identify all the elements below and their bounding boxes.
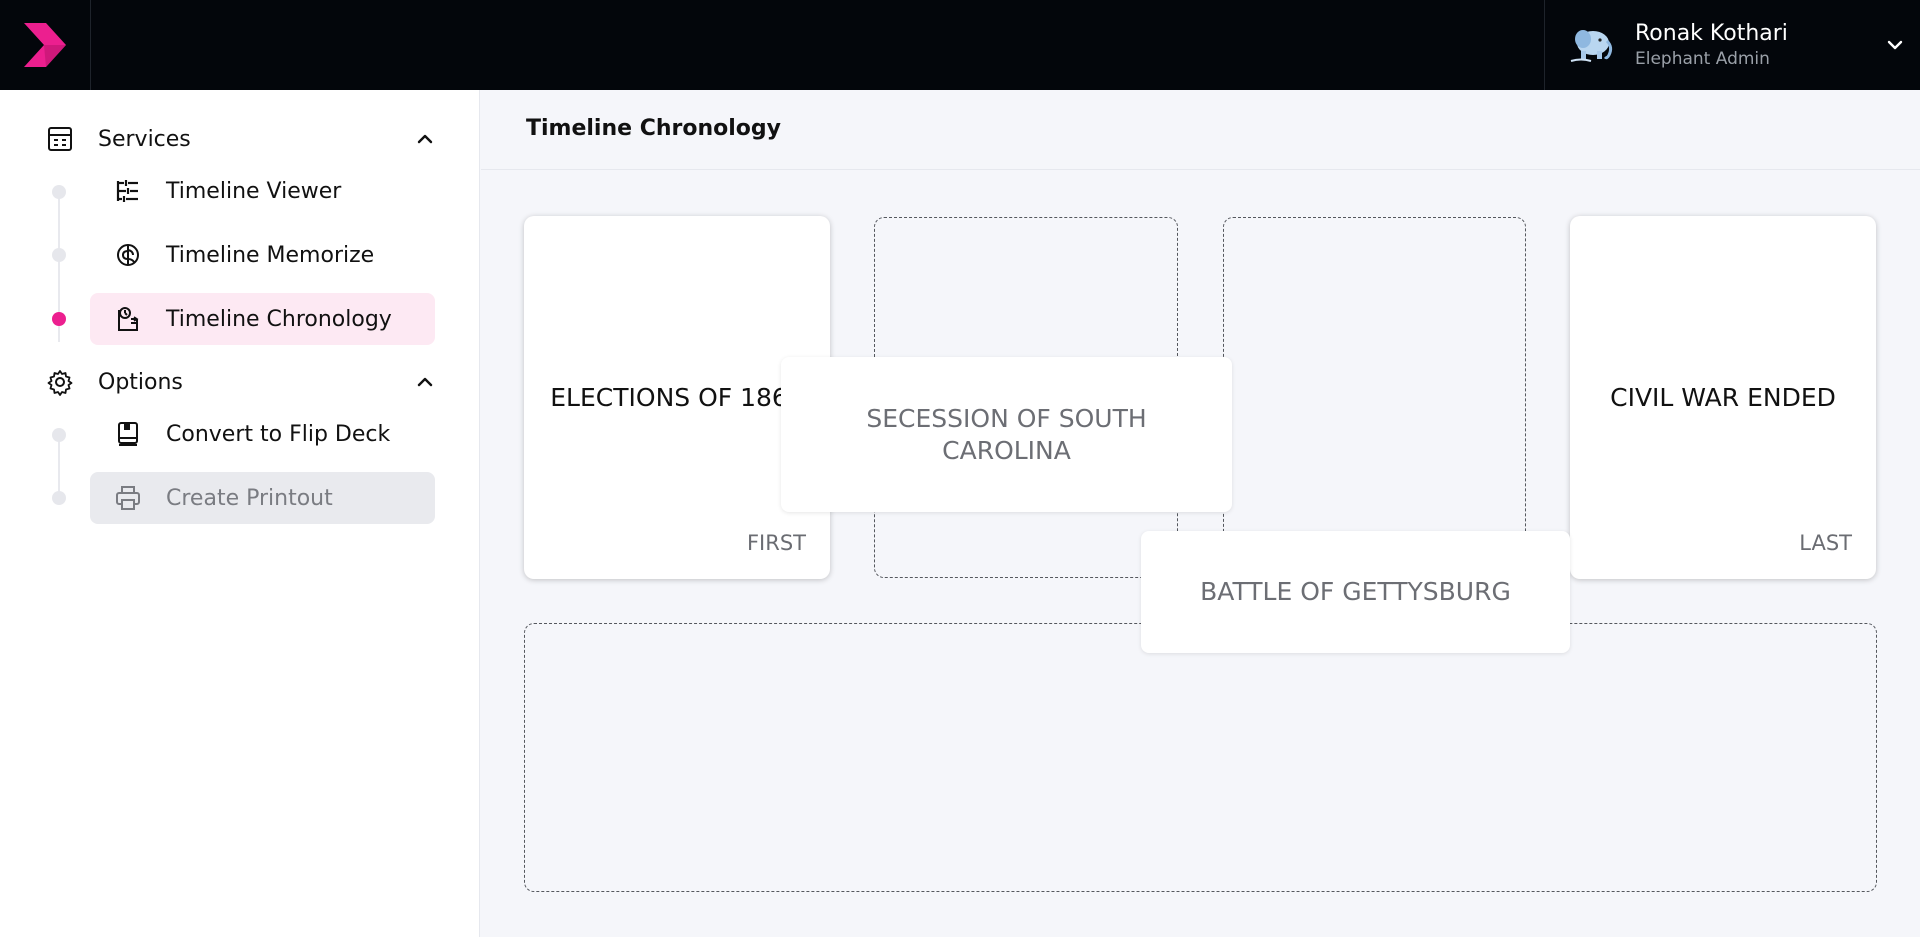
top-header: Ronak Kothari Elephant Admin xyxy=(0,0,1920,90)
sliders-list-icon xyxy=(116,180,138,202)
sidebar-group-options[interactable]: Options xyxy=(46,362,436,402)
nav-dot xyxy=(52,185,66,199)
card-text: SECESSION OF SOUTH CAROLINA xyxy=(866,403,1147,465)
sidebar-item-label: Create Printout xyxy=(166,485,333,511)
logo-cell[interactable] xyxy=(0,0,91,90)
sidebar-item-timeline-memorize[interactable]: Timeline Memorize xyxy=(90,229,435,281)
main-content: Timeline Chronology ELECTIONS OF 1860 FI… xyxy=(481,90,1920,937)
card-text: ELECTIONS OF 1860 xyxy=(550,382,804,412)
card-position-tag: FIRST xyxy=(746,531,806,555)
clock-clipboard-icon xyxy=(118,307,139,331)
user-info: Ronak Kothari Elephant Admin xyxy=(1635,20,1788,70)
drop-slot[interactable] xyxy=(1223,217,1526,578)
user-name: Ronak Kothari xyxy=(1635,21,1788,46)
page-title: Timeline Chronology xyxy=(526,116,782,141)
user-role: Elephant Admin xyxy=(1635,49,1770,69)
sidebar-item-label: Timeline Chronology xyxy=(166,306,392,332)
sidebar-item-label: Convert to Flip Deck xyxy=(166,421,391,447)
sidebar-item-label: Timeline Viewer xyxy=(166,178,342,204)
sidebar-group-services[interactable]: Services xyxy=(46,119,436,159)
card-text: CIVIL WAR ENDED xyxy=(1610,382,1836,412)
nav-dot xyxy=(52,428,66,442)
brand-logo-icon[interactable] xyxy=(22,21,68,69)
sidebar: Services Timeline Viewer Timeline Memori… xyxy=(0,90,480,937)
user-menu[interactable]: Ronak Kothari Elephant Admin xyxy=(1544,0,1920,90)
sidebar-group-label: Services xyxy=(98,126,191,152)
chevron-up-icon[interactable] xyxy=(414,128,436,150)
draggable-event-card[interactable]: BATTLE OF GETTYSBURG xyxy=(1141,531,1570,653)
card-position-tag: LAST xyxy=(1799,531,1852,555)
card-pool-area[interactable] xyxy=(524,623,1877,892)
calculator-grid-icon xyxy=(48,127,72,151)
page-title-bar: Timeline Chronology xyxy=(481,90,1920,170)
sidebar-item-convert-flip-deck[interactable]: Convert to Flip Deck xyxy=(90,408,435,460)
chevron-up-icon[interactable] xyxy=(414,371,436,393)
timeline-card-last[interactable]: CIVIL WAR ENDED LAST xyxy=(1570,216,1876,579)
sidebar-group-label: Options xyxy=(98,369,183,395)
sidebar-item-create-printout[interactable]: Create Printout xyxy=(90,472,435,524)
sidebar-item-label: Timeline Memorize xyxy=(166,242,375,268)
sidebar-item-timeline-chronology[interactable]: Timeline Chronology xyxy=(90,293,435,345)
chevron-down-icon[interactable] xyxy=(1884,34,1906,56)
gear-icon xyxy=(47,370,73,396)
elephant-avatar-icon xyxy=(1570,30,1613,62)
book-icon xyxy=(118,422,138,446)
nav-dot xyxy=(52,491,66,505)
sidebar-item-timeline-viewer[interactable]: Timeline Viewer xyxy=(90,165,435,217)
nav-dot xyxy=(52,248,66,262)
printer-icon xyxy=(116,486,140,510)
draggable-event-card[interactable]: SECESSION OF SOUTH CAROLINA xyxy=(781,357,1232,512)
header-spacer xyxy=(91,0,1544,90)
card-text: BATTLE OF GETTYSBURG xyxy=(1200,577,1511,606)
nav-dot-active xyxy=(52,312,66,326)
brain-icon xyxy=(117,244,139,266)
